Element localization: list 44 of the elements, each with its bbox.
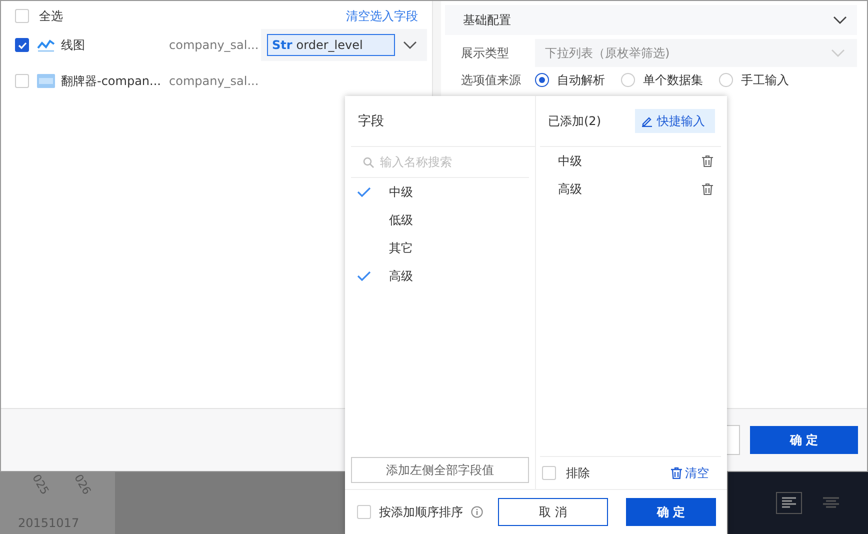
radio-option[interactable]: 手工输入: [719, 72, 789, 88]
cancel-button[interactable]: 取 消: [498, 498, 608, 526]
chart-name: 翻牌器-compan...: [61, 72, 162, 90]
clear-fields-link[interactable]: 清空选入字段: [346, 8, 418, 24]
search-icon: [363, 156, 374, 168]
added-value: 高级: [558, 180, 582, 198]
radio-option[interactable]: 自动解析: [535, 72, 605, 88]
checkbox[interactable]: [15, 38, 29, 52]
field-label: 展示类型: [461, 44, 510, 62]
pencil-icon: [641, 115, 653, 127]
line-chart-icon: [37, 38, 55, 52]
dataset-name: company_sal...: [169, 38, 260, 52]
number-card-icon: [37, 74, 55, 88]
checkmark-icon: [18, 42, 26, 48]
added-title: 已添加(2): [548, 112, 601, 130]
chevron-down-icon: [403, 40, 417, 50]
fields-title: 字段: [351, 96, 535, 147]
radio-option[interactable]: 单个数据集: [621, 72, 703, 88]
chevron-down-icon: [831, 48, 845, 58]
field-select[interactable]: Str order_level: [267, 34, 395, 56]
trash-icon[interactable]: [702, 155, 713, 167]
field-label: 选项值来源: [461, 72, 522, 88]
value-option[interactable]: 中级: [351, 178, 535, 206]
radio-button[interactable]: [535, 73, 549, 87]
ok-button[interactable]: 确 定: [626, 498, 716, 526]
chart-name: 线图: [61, 36, 86, 54]
section-header[interactable]: 基础配置: [445, 5, 857, 35]
dataset-name: company_sal...: [169, 74, 260, 88]
add-all-button[interactable]: 添加左侧全部字段值: [351, 457, 529, 483]
trash-icon: [671, 467, 682, 479]
confirm-button[interactable]: 确 定: [750, 426, 858, 454]
quick-input-button[interactable]: 快捷输入: [635, 109, 715, 133]
trash-icon[interactable]: [702, 183, 713, 195]
added-value: 中级: [558, 152, 582, 170]
align-center-icon[interactable]: [822, 496, 840, 510]
align-left-icon[interactable]: [776, 492, 802, 514]
value-option[interactable]: 其它: [351, 234, 535, 262]
sort-label: 按添加顺序排序: [379, 504, 463, 520]
select-all-label: 全选: [39, 8, 64, 24]
info-icon: [471, 506, 483, 518]
exclude-label: 排除: [566, 464, 590, 482]
value-option[interactable]: 高级: [351, 262, 535, 290]
clear-link[interactable]: 清空: [671, 464, 709, 482]
value-option[interactable]: 低级: [351, 206, 535, 234]
